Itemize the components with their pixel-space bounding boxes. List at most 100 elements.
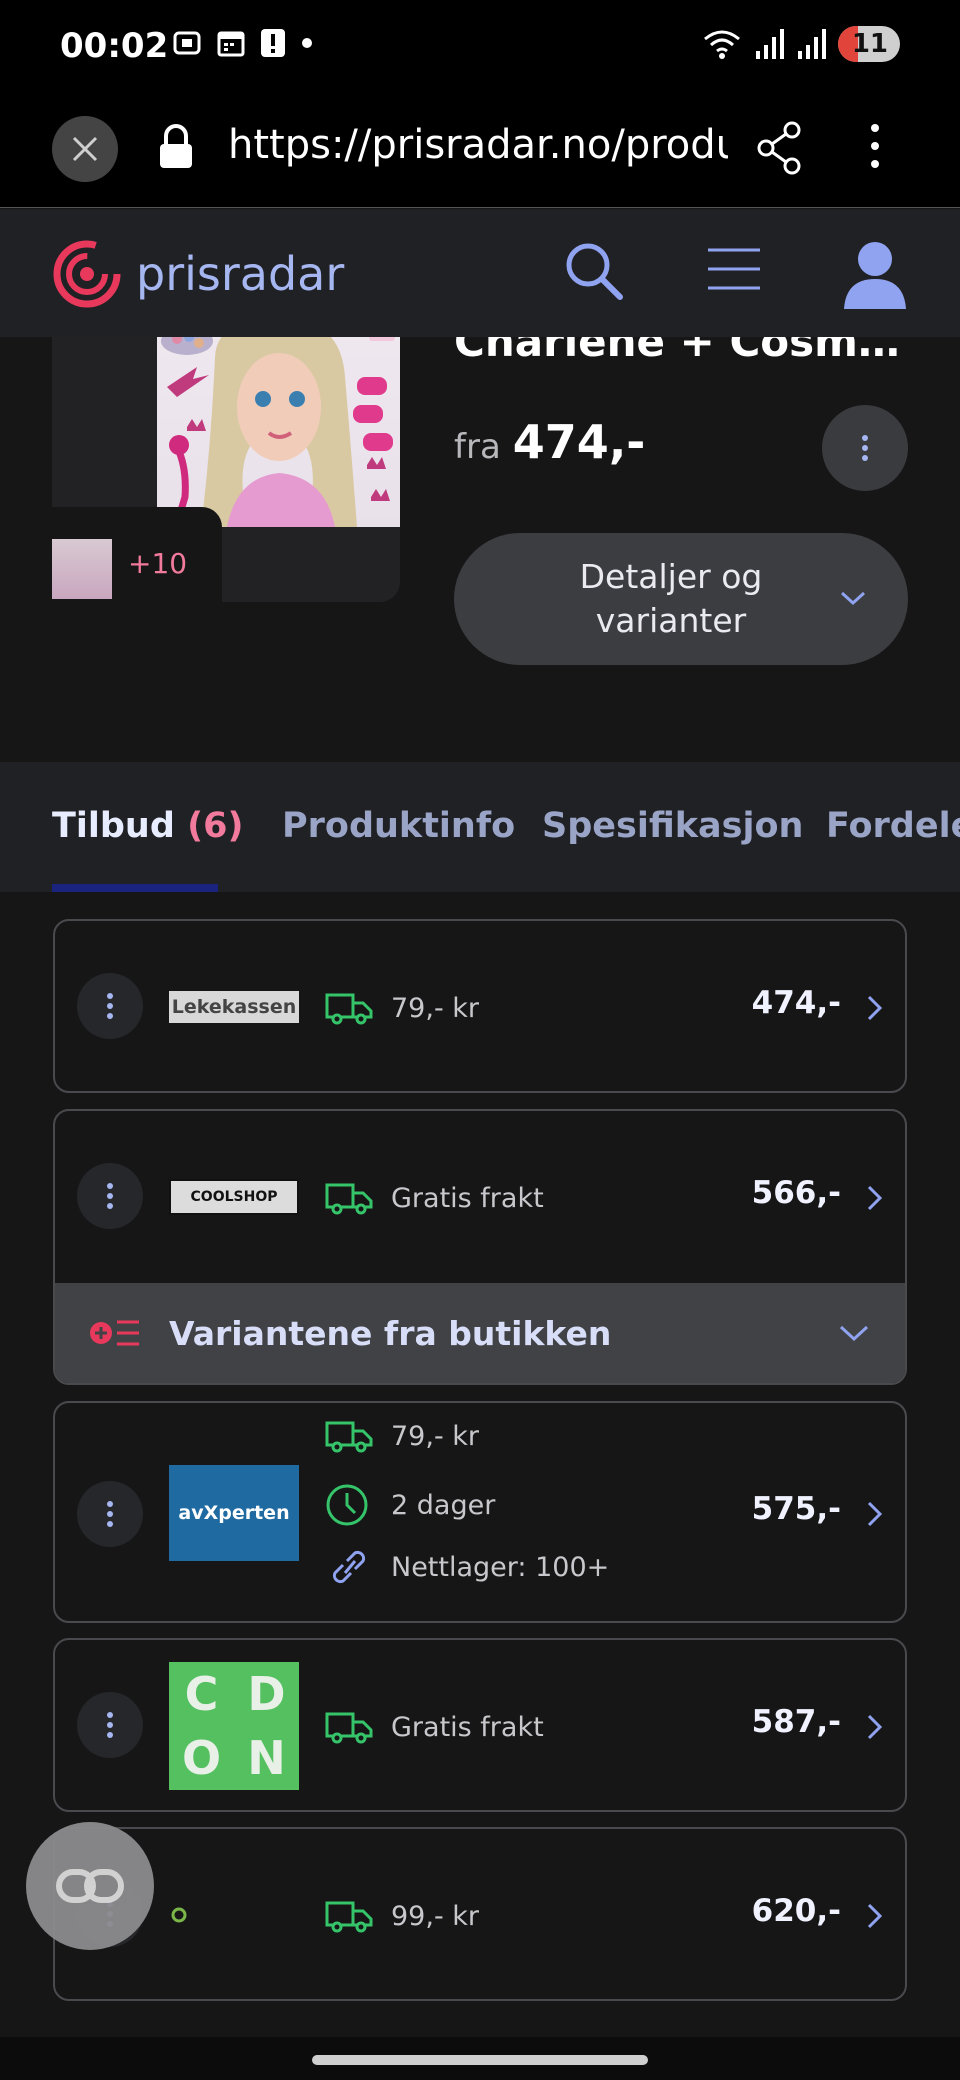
shipping-info: Gratis frakt (325, 1181, 544, 1215)
tab-product-info[interactable]: Produktinfo (282, 806, 515, 846)
signal-icon (756, 29, 784, 59)
hamburger-menu-icon[interactable] (706, 247, 762, 291)
offer-price: 575,- (751, 1491, 841, 1527)
offer-row[interactable]: Lekekassen 79,- kr 474,- (53, 919, 907, 1093)
offer-row[interactable]: avXperten 79,- kr 2 dager Nettlager: 100… (53, 1401, 907, 1623)
system-navigation-bar (0, 2037, 960, 2080)
shipping-cost: 79,- kr (391, 992, 480, 1024)
lowest-price: 474,- (512, 415, 646, 469)
url-bar[interactable]: https://prisradar.no/produ (228, 122, 728, 168)
delivery-time: 2 dager (325, 1483, 495, 1527)
status-bar: 00:02 11 (0, 0, 960, 96)
truck-icon (325, 1183, 373, 1215)
tab-offers[interactable]: Tilbud (6) (52, 806, 243, 846)
truck-icon (325, 1901, 373, 1933)
product-image-card[interactable]: +10 (52, 337, 400, 602)
stock-level: Nettlager: 100+ (391, 1551, 610, 1583)
active-tab-indicator (52, 884, 218, 892)
shop-logo-cdon[interactable]: C D O N (169, 1662, 299, 1790)
site-header: prisradar (0, 209, 960, 337)
shop-name: COOLSHOP (190, 1189, 278, 1205)
offer-row[interactable]: COOLSHOP Gratis frakt 566,- Variantene f… (53, 1109, 907, 1385)
more-vertical-icon (107, 993, 113, 1019)
offer-menu-button[interactable] (77, 1692, 143, 1758)
chevron-right-icon (867, 995, 883, 1021)
offer-row[interactable]: C D O N Gratis frakt 587,- (53, 1638, 907, 1812)
more-vertical-icon (107, 1183, 113, 1209)
shop-logo-lekekassen[interactable]: Lekekassen (169, 991, 299, 1023)
cdon-letter: N (247, 1731, 286, 1785)
clock-icon (326, 1484, 368, 1526)
offer-price: 566,- (751, 1175, 841, 1211)
link-toggle-icon (56, 1869, 124, 1903)
chevron-right-icon (867, 1185, 883, 1211)
site-logo[interactable]: prisradar (52, 239, 344, 309)
details-button-label: Detaljer og varianter (579, 557, 763, 640)
shipping-cost: 99,- kr (391, 1900, 480, 1932)
radar-logo-icon (53, 240, 121, 308)
status-time: 00:02 (60, 26, 169, 66)
thumbnail-image[interactable] (52, 539, 112, 599)
shipping-info: 79,- kr (325, 991, 479, 1025)
cdon-letter: O (181, 1731, 222, 1785)
shipping-cost: Gratis frakt (391, 1182, 544, 1214)
close-icon (72, 136, 98, 162)
offer-menu-button[interactable] (77, 1481, 143, 1547)
product-tabs: Tilbud (6) Produktinfo Spesifikasjon For… (0, 762, 960, 892)
user-account-icon[interactable] (842, 239, 908, 309)
logo-text: prisradar (136, 247, 345, 301)
add-list-icon (90, 1320, 139, 1346)
chevron-down-icon (839, 1325, 869, 1342)
dot-icon (302, 38, 312, 48)
tab-offers-count: (6) (187, 806, 244, 846)
product-image[interactable] (157, 337, 400, 527)
search-icon[interactable] (562, 239, 626, 303)
truck-icon (325, 1712, 373, 1744)
link-icon (332, 1550, 366, 1584)
cdon-letter: C (184, 1667, 219, 1721)
tab-offers-label: Tilbud (52, 806, 175, 846)
calendar-icon (217, 31, 245, 57)
tab-specification[interactable]: Spesifikasjon (542, 806, 803, 846)
offer-menu-button[interactable] (77, 1163, 143, 1229)
chevron-down-icon (840, 591, 866, 606)
details-and-variants-button[interactable]: Detaljer og varianter (454, 533, 908, 665)
offer-menu-button[interactable] (77, 973, 143, 1039)
shop-logo-coolshop[interactable]: COOLSHOP (169, 1179, 299, 1215)
cdon-letter: D (247, 1667, 286, 1721)
battery-indicator: 11 (838, 26, 900, 62)
truck-icon (325, 993, 373, 1025)
floating-link-button[interactable] (26, 1822, 154, 1950)
chevron-right-icon (867, 1903, 883, 1929)
more-vertical-icon (107, 1501, 113, 1527)
shop-logo-unknown[interactable] (169, 1899, 299, 1931)
wifi-icon (704, 30, 740, 59)
lock-icon[interactable] (156, 122, 196, 172)
shop-variants-toggle[interactable]: Variantene fra butikken (55, 1283, 905, 1383)
product-menu-button[interactable] (822, 405, 908, 491)
offer-price: 474,- (751, 985, 841, 1021)
home-gesture-handle[interactable] (312, 2055, 648, 2065)
more-options-icon[interactable] (860, 116, 890, 176)
delivery-days: 2 dager (391, 1489, 496, 1521)
shipping-cost: Gratis frakt (391, 1711, 544, 1743)
chevron-right-icon (867, 1501, 883, 1527)
battery-level: 11 (851, 29, 888, 59)
close-tab-button[interactable] (52, 116, 118, 182)
shipping-cost: 79,- kr (391, 1420, 480, 1452)
tab-advantages[interactable]: Fordeler (826, 806, 960, 846)
shipping-info: 99,- kr (325, 1899, 479, 1933)
screenshot-icon (173, 31, 201, 55)
price-prefix: fra (454, 427, 501, 467)
shop-logo-avxperten[interactable]: avXperten (169, 1465, 299, 1561)
signal-icon-2 (798, 29, 826, 59)
notification-icons (172, 28, 314, 58)
offer-row[interactable]: 99,- kr 620,- (53, 1827, 907, 2001)
price-row: fra 474,- (454, 415, 645, 469)
share-icon[interactable] (756, 120, 804, 176)
product-summary: +10 Charlene + Cosmetics... fra 474,- De… (0, 337, 960, 762)
stock-info: Nettlager: 100+ (325, 1547, 609, 1587)
more-images-count[interactable]: +10 (128, 547, 187, 580)
variants-label: Variantene fra butikken (169, 1313, 612, 1353)
shipping-info: Gratis frakt (325, 1710, 544, 1744)
